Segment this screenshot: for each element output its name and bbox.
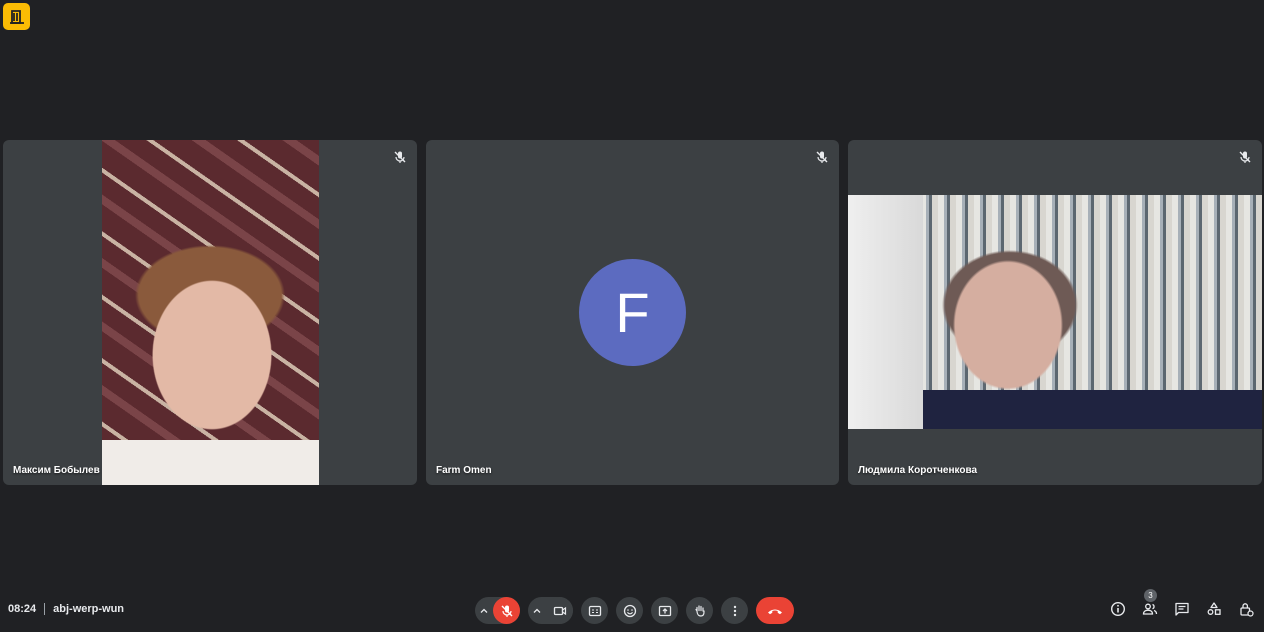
people-count-badge: 3 (1144, 589, 1157, 602)
controls-group (475, 597, 794, 624)
participant-tile[interactable]: Максим Бобылев (3, 140, 417, 485)
mic-toggle-button[interactable] (493, 597, 520, 624)
meeting-details-button[interactable] (1108, 599, 1128, 619)
mic-off-icon (816, 151, 828, 163)
raise-hand-button[interactable] (686, 597, 713, 624)
mic-off-icon (394, 151, 406, 163)
present-button[interactable] (651, 597, 678, 624)
participant-video (102, 140, 319, 485)
emoji-icon (623, 604, 636, 617)
audio-options-button[interactable] (475, 597, 493, 624)
camera-toggle-button[interactable] (546, 597, 573, 624)
more-options-icon (733, 605, 736, 616)
videocam-icon (553, 606, 566, 615)
camera-control (528, 597, 573, 624)
hang-up-icon (768, 609, 782, 614)
participant-name: Farm Omen (436, 465, 492, 476)
leave-call-button[interactable] (756, 597, 794, 624)
people-icon (1142, 603, 1158, 615)
present-icon (658, 605, 671, 616)
activities-icon (1207, 602, 1221, 615)
participant-tile[interactable]: F Farm Omen (426, 140, 839, 485)
mic-off-icon (1239, 151, 1251, 163)
participant-tile[interactable]: Людмила Коротченкова (848, 140, 1262, 485)
more-options-button[interactable] (721, 597, 748, 624)
avatar: F (579, 259, 686, 366)
meeting-code: abj-werp-wun (53, 603, 125, 615)
chat-icon (1175, 602, 1189, 616)
app-logo (3, 3, 30, 30)
video-options-button[interactable] (528, 597, 546, 624)
participant-name: Максим Бобылев (13, 465, 100, 476)
participant-video (848, 195, 1262, 429)
divider (44, 603, 46, 615)
raise-hand-icon (694, 604, 705, 617)
door-logo-icon (9, 9, 24, 24)
chevron-up-icon (533, 608, 541, 613)
call-controls-bar: 08:24 abj-werp-wun 3 (0, 586, 1264, 632)
side-panel-tools: 3 (1108, 589, 1256, 619)
meeting-time: 08:24 (8, 603, 37, 615)
reactions-button[interactable] (616, 597, 643, 624)
captions-button[interactable] (581, 597, 608, 624)
chevron-up-icon (480, 608, 488, 613)
mic-control (475, 597, 520, 624)
meeting-details[interactable]: 08:24 abj-werp-wun (8, 603, 124, 615)
info-icon (1110, 601, 1126, 617)
host-controls-button[interactable] (1236, 599, 1256, 619)
chat-button[interactable] (1172, 599, 1192, 619)
mic-off-icon (501, 605, 512, 617)
participant-name: Людмила Коротченкова (858, 465, 978, 476)
activities-button[interactable] (1204, 599, 1224, 619)
people-button[interactable]: 3 (1140, 589, 1160, 619)
captions-icon (588, 605, 601, 616)
host-controls-icon (1240, 603, 1254, 617)
